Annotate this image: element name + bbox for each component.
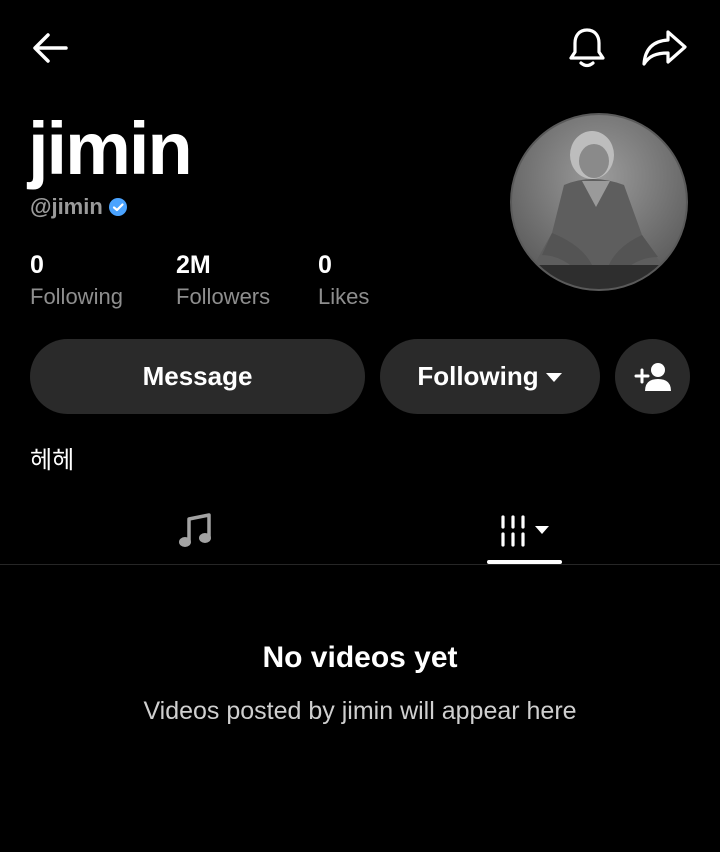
handle-row: @jimin (30, 194, 128, 220)
avatar-photo (512, 131, 686, 289)
message-button-label: Message (142, 361, 253, 391)
followers-count: 2M (176, 251, 211, 279)
display-name: jimin (28, 107, 193, 190)
avatar[interactable] (510, 113, 688, 291)
caret-down-icon (545, 372, 562, 382)
videos-grid-icon (500, 515, 549, 547)
username-handle: @jimin (30, 194, 103, 219)
tabs-divider (0, 564, 720, 565)
following-button-label: Following (417, 361, 539, 391)
profile-bio: 헤헤 (30, 447, 75, 474)
following-count: 0 (30, 251, 44, 279)
following-label: Following (30, 284, 123, 309)
share-button[interactable] (636, 22, 692, 74)
back-button[interactable] (24, 24, 76, 72)
likes-label: Likes (318, 284, 370, 309)
likes-count: 0 (318, 251, 332, 279)
message-button[interactable]: Message (30, 339, 365, 414)
music-note-icon (179, 513, 211, 547)
bell-icon (569, 28, 605, 68)
share-icon (642, 30, 687, 66)
add-user-icon (634, 362, 671, 391)
empty-state-subtitle: Videos posted by jimin will appear here (143, 697, 577, 725)
notifications-button[interactable] (562, 22, 612, 74)
empty-state-title: No videos yet (262, 641, 458, 674)
back-arrow-icon (33, 33, 68, 63)
stat-followers[interactable]: 2M Followers (176, 250, 270, 312)
stat-following[interactable]: 0 Following (30, 250, 123, 312)
followers-label: Followers (176, 284, 271, 309)
tab-music[interactable] (160, 500, 230, 562)
tab-videos[interactable] (487, 500, 562, 562)
following-dropdown-button[interactable]: Following (380, 339, 600, 414)
suggested-accounts-button[interactable] (615, 339, 690, 414)
stat-likes[interactable]: 0 Likes (318, 250, 369, 312)
profile-page: jimin @jimin 0 Following 2M Followers 0 … (0, 0, 720, 852)
verified-badge-icon (108, 198, 127, 216)
